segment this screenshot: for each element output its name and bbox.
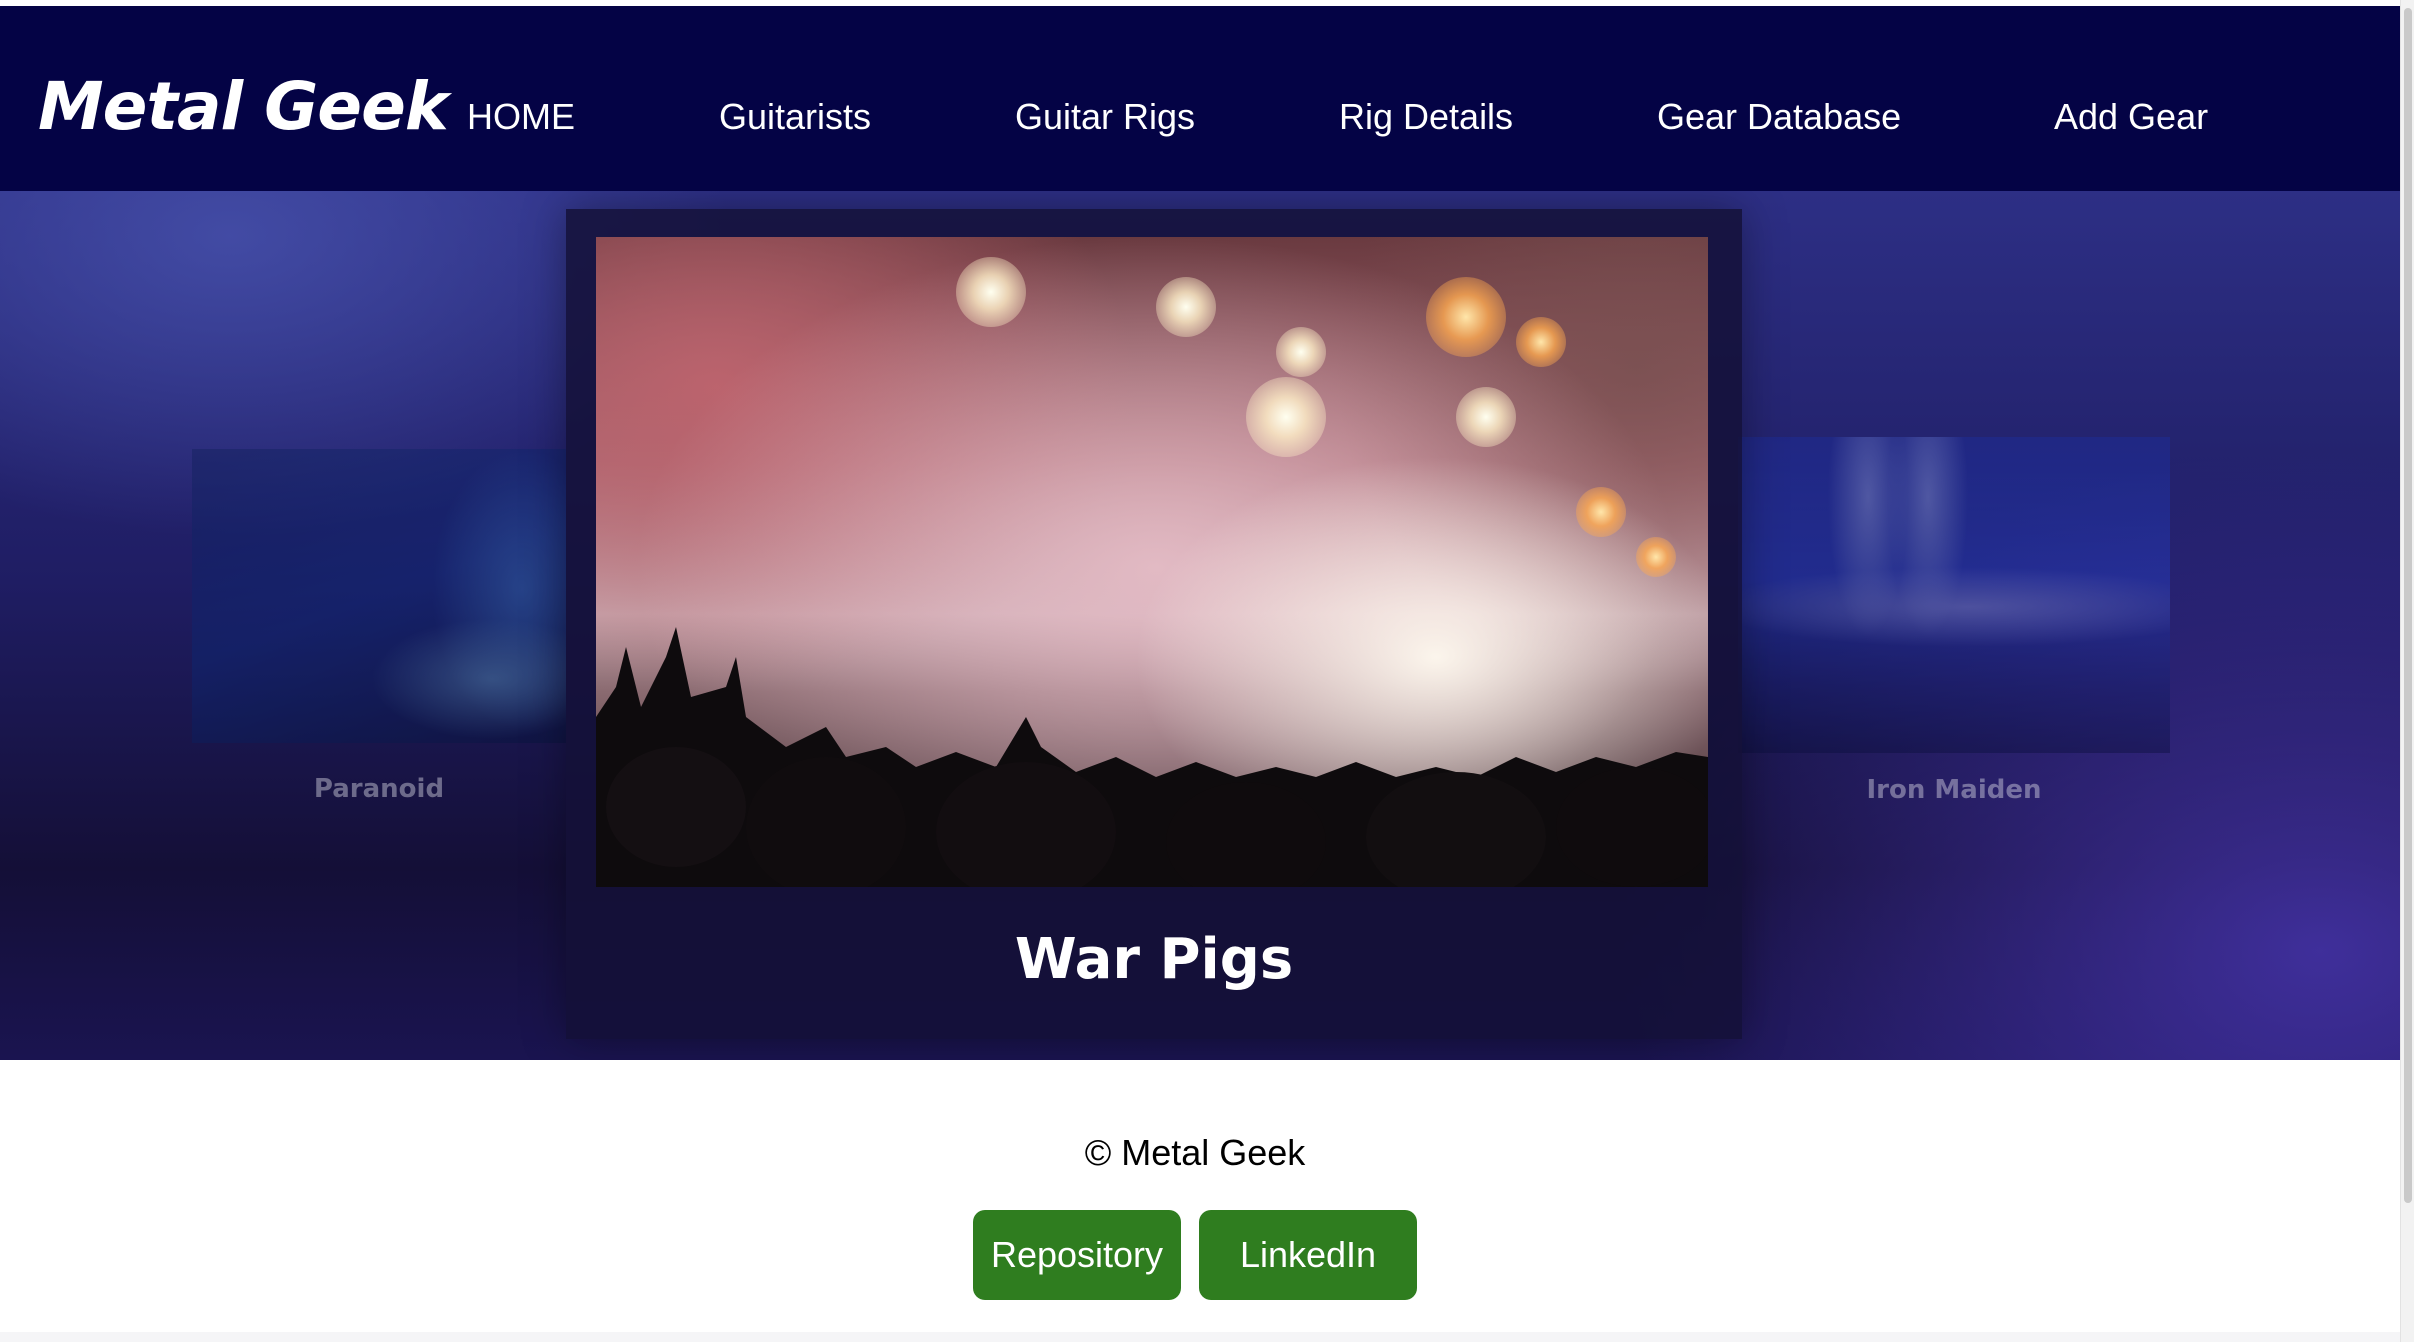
stage-light: [1576, 487, 1626, 537]
stage-light: [956, 257, 1026, 327]
slide-previous-image: [192, 449, 566, 743]
carousel-slide-next[interactable]: Iron Maiden: [1738, 437, 2170, 807]
slide-previous-caption: Paranoid: [313, 774, 445, 804]
navbar: Metal Geek HOME Guitarists Guitar Rigs R…: [0, 6, 2400, 191]
nav-guitar-rigs-link[interactable]: Guitar Rigs: [1015, 96, 1195, 138]
scrollbar-thumb[interactable]: [2404, 8, 2412, 1203]
copyright-text: © Metal Geek: [1084, 1132, 1306, 1173]
linkedin-button[interactable]: LinkedIn: [1199, 1210, 1417, 1300]
stage-light: [1636, 537, 1676, 577]
footer-bottom-strip: [0, 1332, 2400, 1342]
nav-add-gear-link[interactable]: Add Gear: [2054, 96, 2208, 138]
page: Metal Geek HOME Guitarists Guitar Rigs R…: [0, 0, 2414, 1342]
stage-light: [1156, 277, 1216, 337]
nav-rig-details-link[interactable]: Rig Details: [1339, 96, 1513, 138]
stage-light: [1246, 377, 1326, 457]
slide-next-caption: Iron Maiden: [1866, 775, 2042, 805]
stage-light: [1456, 387, 1516, 447]
nav-guitarists-link[interactable]: Guitarists: [719, 96, 871, 138]
repository-button[interactable]: Repository: [973, 1210, 1181, 1300]
carousel-slide-current[interactable]: War Pigs: [566, 209, 1742, 1039]
crowd-silhouette: [596, 627, 1708, 887]
slide-current-caption: War Pigs: [1014, 927, 1294, 992]
footer: © Metal Geek Repository LinkedIn: [0, 1060, 2400, 1342]
carousel: Paranoid Iron Maiden War Pigs: [0, 191, 2400, 1060]
stage-light: [1276, 327, 1326, 377]
slide-current-image: [596, 237, 1708, 887]
stage-light: [1426, 277, 1506, 357]
brand-logo[interactable]: Metal Geek: [38, 68, 449, 145]
slide-next-image: [1738, 437, 2170, 753]
vertical-scrollbar[interactable]: [2400, 0, 2414, 1342]
carousel-slide-previous[interactable]: Paranoid: [192, 449, 566, 804]
stage-light: [1516, 317, 1566, 367]
nav-gear-database-link[interactable]: Gear Database: [1657, 96, 1901, 138]
nav-home-link[interactable]: HOME: [467, 96, 575, 138]
